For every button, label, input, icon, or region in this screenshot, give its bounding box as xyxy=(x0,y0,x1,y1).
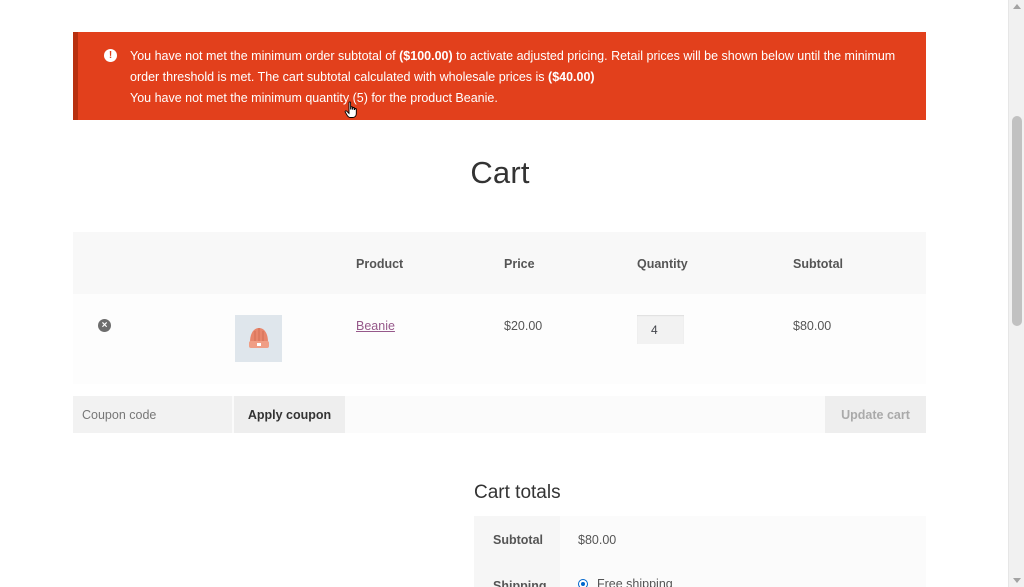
scroll-up-arrow-icon[interactable] xyxy=(1013,4,1021,9)
apply-coupon-button[interactable]: Apply coupon xyxy=(234,396,345,433)
totals-subtotal-value: $80.00 xyxy=(578,533,617,547)
cart-totals-title: Cart totals xyxy=(474,482,561,503)
quantity-input[interactable] xyxy=(637,315,684,344)
notice-line-1: You have not met the minimum order subto… xyxy=(130,49,896,63)
totals-shipping-label: Shipping xyxy=(493,579,547,587)
free-shipping-label[interactable]: Free shipping xyxy=(597,577,673,587)
hand-cursor-icon xyxy=(344,101,357,118)
column-header-subtotal: Subtotal xyxy=(793,257,843,271)
cart-item-row: × Beanie $20.00 $80.00 xyxy=(73,294,926,384)
scrollbar-thumb[interactable] xyxy=(1012,116,1022,326)
column-header-product: Product xyxy=(356,257,404,271)
item-price: $20.00 xyxy=(504,319,543,333)
remove-item-icon[interactable]: × xyxy=(98,319,111,332)
column-header-quantity: Quantity xyxy=(637,257,688,271)
item-subtotal: $80.00 xyxy=(793,319,832,333)
product-link-beanie[interactable]: Beanie xyxy=(356,319,395,333)
totals-shipping-row: Shipping Free shipping xyxy=(474,564,926,587)
totals-subtotal-label: Subtotal xyxy=(493,533,543,547)
column-header-price: Price xyxy=(504,257,535,271)
totals-subtotal-row: Subtotal $80.00 xyxy=(474,516,926,564)
notice-line-3: You have not met the minimum quantity (5… xyxy=(130,91,498,105)
error-notice: ! You have not met the minimum order sub… xyxy=(73,32,926,120)
cart-table-header: Product Price Quantity Subtotal xyxy=(73,232,926,294)
update-cart-button[interactable]: Update cart xyxy=(825,396,926,433)
coupon-code-input[interactable] xyxy=(73,396,232,433)
scroll-down-arrow-icon[interactable] xyxy=(1013,578,1021,583)
beanie-icon xyxy=(248,327,269,348)
notice-line-2: order threshold is met. The cart subtota… xyxy=(130,70,595,84)
free-shipping-radio[interactable] xyxy=(578,579,588,587)
cart-actions-bar: Apply coupon Update cart xyxy=(73,396,926,433)
page-scrollbar[interactable] xyxy=(1008,0,1024,587)
page-title: Cart xyxy=(470,155,530,190)
exclamation-icon: ! xyxy=(104,49,117,62)
product-thumbnail[interactable] xyxy=(235,315,282,362)
